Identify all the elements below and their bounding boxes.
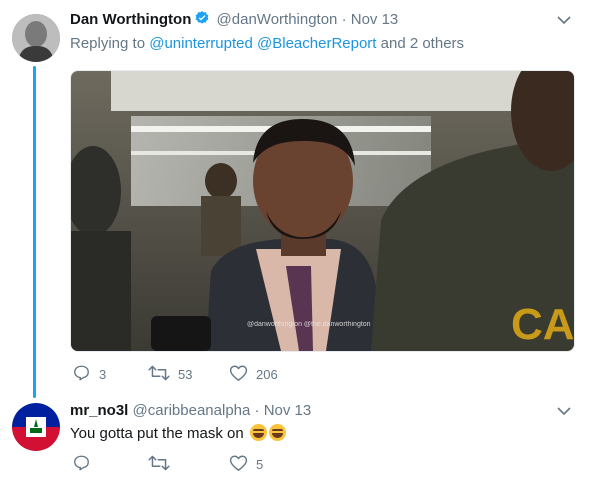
like-count: 206 xyxy=(256,367,278,382)
tweet-header: mr_no3l @caribbeanalpha · Nov 13 xyxy=(70,401,311,421)
like-icon xyxy=(229,454,256,475)
like-icon xyxy=(229,364,256,385)
display-name[interactable]: mr_no3l xyxy=(70,402,128,419)
avatar[interactable] xyxy=(12,14,60,62)
mention-link[interactable]: @BleacherReport xyxy=(257,35,376,52)
handle[interactable]: @danWorthington xyxy=(217,11,338,28)
retweet-icon xyxy=(148,454,178,475)
avatar[interactable] xyxy=(12,403,60,451)
reply-button[interactable] xyxy=(72,454,148,475)
shirt-text: CA xyxy=(511,300,574,349)
tweet-header: Dan Worthington @danWorthington · Nov 13 xyxy=(70,10,398,32)
reply-icon xyxy=(72,364,99,385)
reply-suffix[interactable]: and 2 others xyxy=(381,35,464,52)
tweet-actions: 5 xyxy=(72,454,263,475)
separator-dot: · xyxy=(254,402,260,419)
reply-icon xyxy=(72,454,99,475)
media-image[interactable]: CA @danworthington @the.danworthington xyxy=(70,70,575,352)
separator-dot: · xyxy=(341,11,347,28)
chevron-down-icon[interactable] xyxy=(556,403,572,419)
tweet-text: You gotta put the mask on 😂😂 xyxy=(70,424,286,442)
retweet-button[interactable]: 53 xyxy=(148,364,229,385)
verified-icon xyxy=(194,10,210,32)
retweet-button[interactable] xyxy=(148,454,229,475)
like-button[interactable]: 206 xyxy=(229,364,278,385)
reply-count: 3 xyxy=(99,367,107,382)
reply-button[interactable]: 3 xyxy=(72,364,148,385)
display-name[interactable]: Dan Worthington xyxy=(70,11,191,28)
thread-line xyxy=(33,66,36,398)
timestamp[interactable]: Nov 13 xyxy=(351,11,399,28)
retweet-count: 53 xyxy=(178,367,193,382)
laughing-emoji-icon xyxy=(268,424,286,441)
retweet-icon xyxy=(148,364,178,385)
media-watermark: @danworthington @the.danworthington xyxy=(247,321,371,328)
timestamp[interactable]: Nov 13 xyxy=(264,402,312,419)
like-count: 5 xyxy=(256,457,264,472)
like-button[interactable]: 5 xyxy=(229,454,263,475)
reply-prefix: Replying to xyxy=(70,35,146,52)
tweet-actions: 3 53 206 xyxy=(72,364,278,385)
laughing-emoji-icon xyxy=(249,424,267,441)
chevron-down-icon[interactable] xyxy=(556,12,572,28)
mention-link[interactable]: @uninterrupted xyxy=(149,35,253,52)
tweet-text-content: You gotta put the mask on xyxy=(70,425,244,442)
handle[interactable]: @caribbeanalpha xyxy=(133,402,251,419)
tweet-dan-worthington[interactable]: Dan Worthington @danWorthington · Nov 13… xyxy=(0,0,603,398)
replying-to: Replying to @uninterrupted @BleacherRepo… xyxy=(70,35,464,52)
